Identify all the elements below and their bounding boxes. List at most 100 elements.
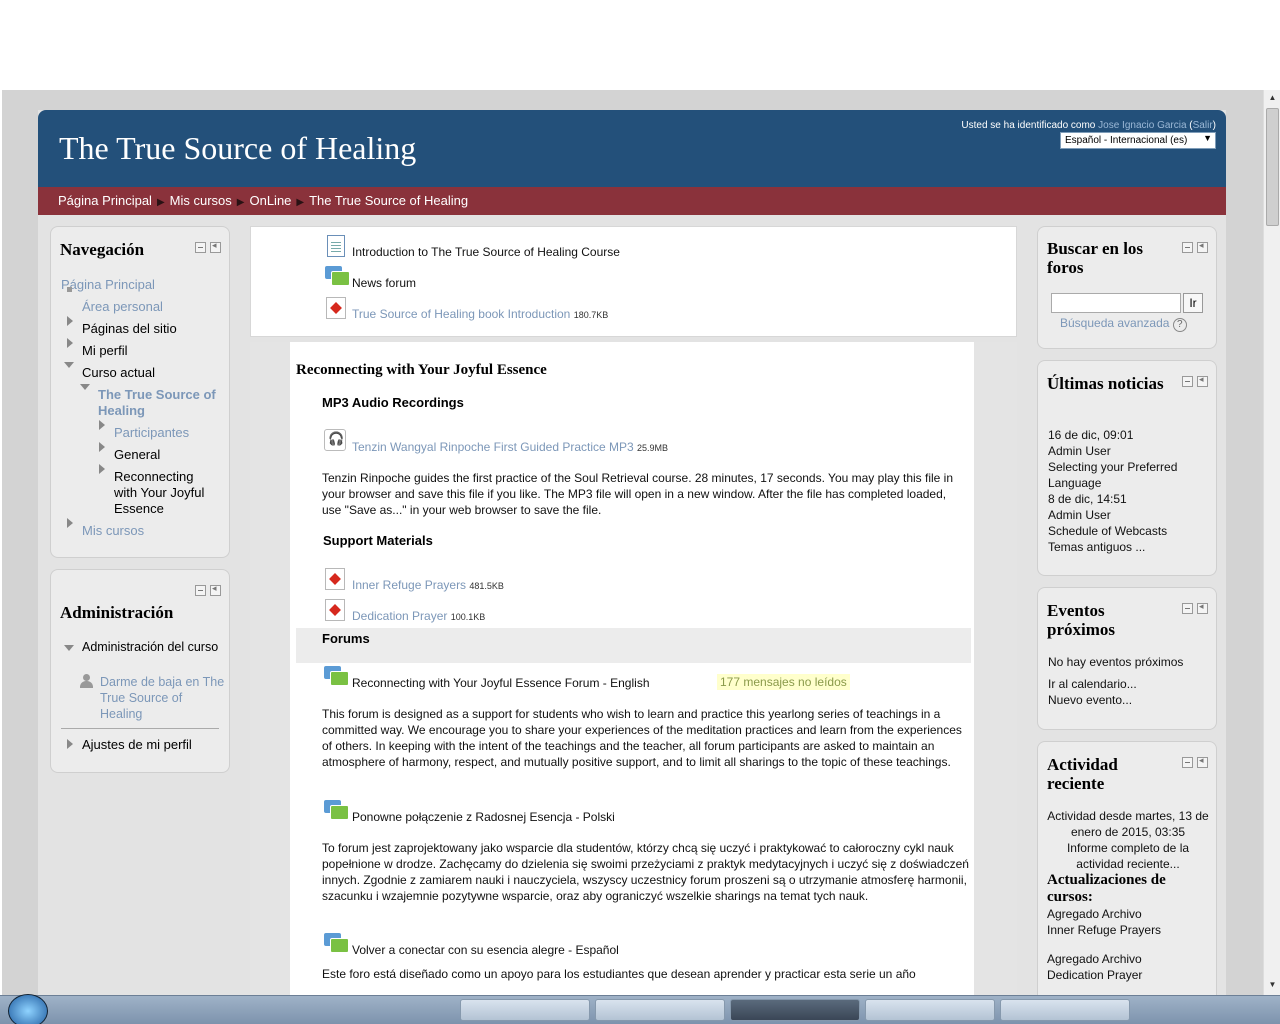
language-select[interactable]: Español - Internacional (es) ▼ (1060, 132, 1216, 149)
block-controls (1178, 755, 1208, 769)
calendar-link[interactable]: Ir al calendario... (1048, 676, 1137, 692)
expand-icon[interactable] (99, 420, 105, 430)
windows-taskbar (0, 994, 1280, 1024)
scroll-down-icon[interactable]: ▼ (1267, 979, 1278, 991)
collapse-icon[interactable] (1182, 757, 1193, 768)
file-size: 25.9MB (637, 443, 669, 453)
nav-current-course[interactable]: Curso actual (82, 365, 155, 381)
scroll-thumb[interactable] (1266, 108, 1279, 226)
unread-badge[interactable]: 177 mensajes no leídos (717, 674, 850, 690)
block-controls (191, 240, 221, 254)
mp3-link[interactable]: Tenzin Wangyal Rinpoche First Guided Pra… (352, 440, 634, 454)
taskbar-button[interactable] (730, 999, 860, 1021)
nav-personal[interactable]: Área personal (82, 299, 163, 315)
expand-icon[interactable] (99, 442, 105, 452)
nav-participants[interactable]: Participantes (114, 425, 189, 441)
forum-spanish-link[interactable]: Volver a conectar con su esencia alegre … (352, 942, 619, 958)
start-button[interactable] (8, 994, 48, 1024)
administration-title: Administración (60, 603, 174, 622)
navigation-title: Navegación (60, 240, 145, 259)
dock-icon[interactable] (1197, 240, 1208, 253)
nav-profile[interactable]: Mi perfil (82, 343, 128, 359)
expand-icon[interactable] (99, 464, 105, 474)
news-item-author: Admin User (1048, 508, 1111, 522)
dock-icon[interactable] (1197, 755, 1208, 768)
taskbar-button[interactable] (595, 999, 725, 1021)
activity-item-link[interactable]: Dedication Prayer (1047, 967, 1142, 983)
search-title: Buscar en los foros (1047, 239, 1144, 277)
collapse-icon[interactable] (195, 585, 206, 596)
support-heading: Support Materials (323, 533, 433, 548)
news-forum-link[interactable]: News forum (352, 275, 416, 291)
expand-icon[interactable] (67, 518, 73, 528)
search-input[interactable] (1051, 293, 1181, 313)
breadcrumb: Página Principal ▶ Mis cursos ▶ OnLine ▶ The T… (38, 187, 1226, 215)
admin-unenrol[interactable]: Darme de baja en The True Source of Heal… (100, 674, 225, 722)
course-top-section: Introduction to The True Source of Heali… (250, 226, 1017, 337)
expand-icon[interactable] (67, 316, 73, 326)
user-name-link[interactable]: Jose Ignacio Garcia (1098, 120, 1186, 131)
new-event-link[interactable]: Nuevo evento... (1048, 692, 1132, 708)
taskbar-button[interactable] (865, 999, 995, 1021)
activity-title: Actividad reciente (1047, 755, 1118, 793)
chevron-down-icon: ▼ (1203, 133, 1212, 143)
breadcrumb-course[interactable]: The True Source of Healing (309, 193, 468, 208)
dock-icon[interactable] (210, 240, 221, 253)
expand-icon[interactable] (67, 739, 73, 749)
nav-my-courses[interactable]: Mis cursos (82, 523, 144, 539)
collapse-tree-icon[interactable] (80, 384, 90, 390)
collapse-icon[interactable] (1182, 376, 1193, 387)
older-topics-link[interactable]: Temas antiguos ... (1048, 539, 1145, 555)
news-title: Últimas noticias (1047, 374, 1164, 393)
collapse-icon[interactable] (1182, 603, 1193, 614)
search-go-button[interactable]: Ir (1183, 293, 1203, 313)
admin-course-admin[interactable]: Administración del curso (82, 639, 222, 655)
news-item-link[interactable]: Schedule of Webcasts (1048, 523, 1167, 539)
collapse-icon[interactable] (195, 242, 206, 253)
advanced-search-link[interactable]: Búsqueda avanzada (1060, 316, 1169, 330)
user-icon (79, 674, 93, 688)
nav-home[interactable]: Página Principal (61, 277, 155, 293)
breadcrumb-my-courses[interactable]: Mis cursos (170, 193, 232, 208)
divider (61, 728, 219, 729)
forum-icon (325, 266, 350, 286)
activity-item-link[interactable]: Inner Refuge Prayers (1047, 922, 1161, 938)
news-item-link[interactable]: Selecting your Preferred Language (1048, 459, 1213, 491)
collapse-icon[interactable] (1182, 242, 1193, 253)
dedication-link[interactable]: Dedication Prayer (352, 609, 447, 623)
upcoming-events-block: Eventos próximos No hay eventos próximos… (1037, 587, 1217, 730)
intro-link[interactable]: Introduction to The True Source of Heali… (352, 244, 620, 260)
forum-icon (324, 666, 349, 686)
full-report-link[interactable]: Informe completo de la actividad recient… (1046, 840, 1210, 872)
updates-heading: Actualizaciones de cursos: (1047, 872, 1166, 905)
vertical-scrollbar[interactable]: ▲ ▼ (1263, 90, 1280, 995)
expand-icon[interactable] (67, 338, 73, 348)
headphones-icon (324, 429, 346, 451)
book-item: True Source of Healing book Introduction… (352, 306, 608, 323)
nav-general[interactable]: General (114, 447, 160, 463)
forum-polish-link[interactable]: Ponowne połączenie z Radosnej Esencja - … (352, 809, 615, 825)
breadcrumb-home[interactable]: Página Principal (58, 193, 152, 208)
site-title: The True Source of Healing (59, 130, 417, 166)
dock-icon[interactable] (1197, 374, 1208, 387)
nav-reconnecting[interactable]: Reconnecting with Your Joyful Essence (114, 469, 218, 517)
nav-course-name[interactable]: The True Source of Healing (98, 387, 218, 419)
block-controls (1178, 601, 1208, 615)
prayers-item: Inner Refuge Prayers 481.5KB (352, 577, 504, 594)
book-link[interactable]: True Source of Healing book Introduction (352, 307, 570, 321)
dock-icon[interactable] (1197, 601, 1208, 614)
collapse-tree-icon[interactable] (64, 362, 74, 368)
admin-profile-settings[interactable]: Ajustes de mi perfil (82, 737, 192, 753)
taskbar-button[interactable] (460, 999, 590, 1021)
dock-icon[interactable] (210, 583, 221, 596)
breadcrumb-online[interactable]: OnLine (249, 193, 291, 208)
collapse-tree-icon[interactable] (64, 645, 74, 651)
taskbar-button[interactable] (1000, 999, 1130, 1021)
nav-site-pages[interactable]: Páginas del sitio (82, 321, 177, 337)
prayers-link[interactable]: Inner Refuge Prayers (352, 578, 466, 592)
logout-link[interactable]: Salir (1193, 120, 1213, 131)
scroll-up-icon[interactable]: ▲ (1267, 92, 1278, 104)
help-icon[interactable]: ? (1172, 318, 1187, 332)
forum-english-link[interactable]: Reconnecting with Your Joyful Essence Fo… (352, 675, 650, 691)
file-size: 180.7KB (573, 310, 609, 320)
